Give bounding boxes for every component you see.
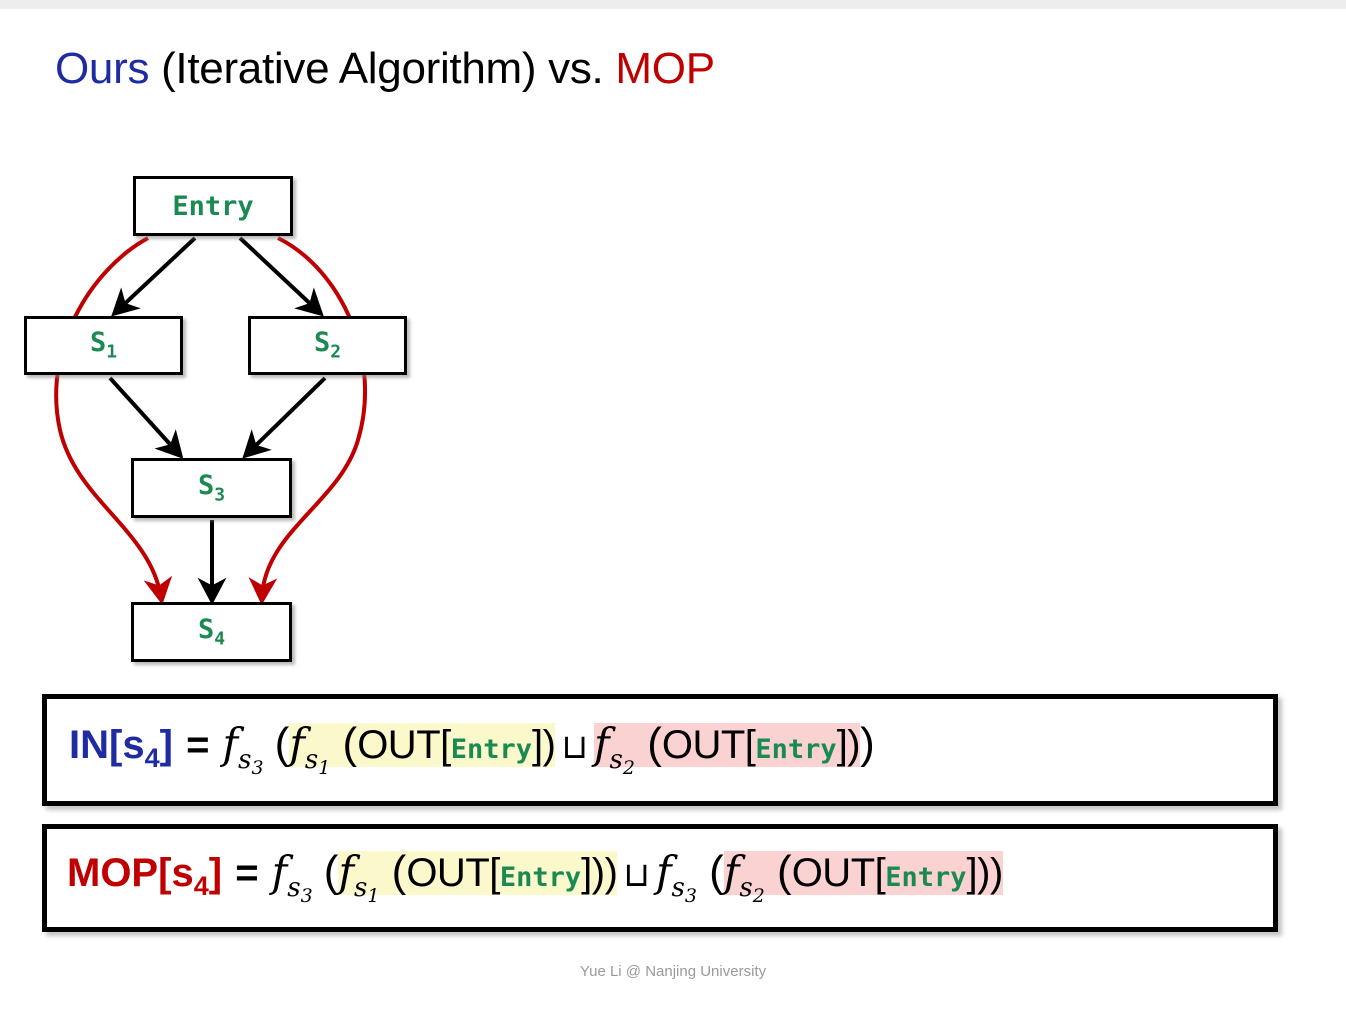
- title-middle: (Iterative Algorithm) vs.: [149, 44, 616, 93]
- equation-in-inner-open-paren-2: (: [634, 719, 662, 769]
- equation-mop-join-operator: ⊔: [623, 856, 650, 895]
- equation-mop-open-paren-a: (: [323, 847, 339, 897]
- control-flow-graph: Entry S1 S2 S3 S4: [0, 150, 440, 680]
- cfg-node-s4-subscript: 4: [214, 628, 226, 650]
- equation-in-f-s1: fs1: [289, 719, 331, 779]
- equation-mop-inner-open-paren-2: (: [764, 847, 792, 897]
- equation-in-entry-token-2: Entry: [755, 734, 837, 766]
- cfg-node-entry-label: Entry: [172, 190, 254, 222]
- equation-mop-f-s3-a: fs3: [271, 847, 313, 907]
- footer-attribution: Yue Li @ Nanjing University: [579, 963, 767, 980]
- equation-mop: MOP[s4] = fs3 (fs1 (OUT[Entry])) ⊔ fs3 (fs…: [47, 850, 1003, 906]
- equation-in-equals: =: [186, 723, 210, 768]
- red-path-entry-s2-s3-s4: [248, 236, 368, 605]
- cfg-node-entry[interactable]: Entry: [133, 176, 293, 236]
- equation-mop-f-s2: fs2: [723, 847, 765, 907]
- title-ours: Ours: [55, 44, 150, 93]
- equation-mop-pink-highlight: fs2 (OUT[Entry])): [723, 850, 1004, 905]
- equation-mop-out-close-2: ])): [966, 851, 1004, 896]
- equation-box-in: IN[s4] = fs3 (fs1 (OUT[Entry]) ⊔ fs2 (OUT[…: [42, 694, 1278, 806]
- equation-in-out-1: OUT[: [357, 723, 451, 768]
- cfg-node-s3-label: S3: [197, 469, 226, 506]
- equation-in-entry-token-1: Entry: [450, 734, 533, 766]
- equation-mop-open-paren-b: [697, 847, 709, 896]
- equation-in-inner-open-paren-1: (: [330, 719, 358, 769]
- edge-entry-to-s2: [238, 236, 324, 317]
- equation-mop-out-close-1: ])): [581, 851, 618, 896]
- cfg-node-s1-label: S1: [89, 327, 118, 363]
- equation-in-lhs: IN[s4]: [69, 723, 173, 774]
- cfg-node-s4-label: S4: [197, 613, 226, 650]
- cfg-node-s3-subscript: 3: [214, 484, 226, 506]
- title-mop: MOP: [615, 44, 715, 93]
- page-title: Ours (Iterative Algorithm) vs. MOP: [55, 44, 715, 94]
- cfg-node-s4[interactable]: S4: [131, 602, 292, 662]
- equation-in-out-2: OUT[: [661, 723, 756, 768]
- equation-mop-open-paren-b2: (: [709, 847, 724, 897]
- equation-mop-f-s3-b: fs3: [655, 847, 697, 907]
- cfg-node-s2[interactable]: S2: [248, 316, 407, 375]
- equation-in-out-close-1: ]): [532, 723, 556, 768]
- equation-mop-entry-token-2: Entry: [885, 862, 967, 894]
- equation-in-yellow-highlight: fs1 (OUT[Entry]): [289, 722, 556, 777]
- equation-in-open-paren: (: [274, 719, 290, 769]
- top-gray-strip: [0, 0, 1346, 9]
- edge-s2-to-s3: [242, 376, 327, 459]
- cfg-node-s2-label: S2: [313, 327, 342, 363]
- equation-mop-out-2: OUT[: [791, 851, 886, 896]
- cfg-node-s3[interactable]: S3: [131, 458, 292, 518]
- cfg-node-s2-subscript: 2: [330, 341, 342, 363]
- cfg-node-s1[interactable]: S1: [24, 316, 183, 375]
- equation-mop-yellow-highlight: fs1 (OUT[Entry])): [338, 850, 618, 905]
- equation-in-final-close-paren: ): [860, 719, 875, 769]
- equation-mop-f-s1: fs1: [338, 847, 380, 907]
- equation-mop-inner-open-paren-1: (: [379, 847, 407, 897]
- equation-mop-equals: =: [235, 851, 259, 896]
- equation-mop-out-1: OUT[: [406, 851, 500, 896]
- equation-in-out-close-2: ]): [836, 723, 861, 768]
- equation-in-f-s3: fs3: [222, 719, 264, 779]
- equation-mop-lhs: MOP[s4]: [67, 851, 223, 902]
- equation-in-join-operator: ⊔: [561, 728, 588, 767]
- equation-mop-entry-token-1: Entry: [499, 862, 582, 894]
- cfg-node-s1-subscript: 1: [106, 341, 118, 363]
- equation-in-pink-highlight: fs2 (OUT[Entry]): [593, 722, 861, 777]
- edge-s1-to-s3: [108, 376, 184, 459]
- equation-box-mop: MOP[s4] = fs3 (fs1 (OUT[Entry])) ⊔ fs3 (fs…: [42, 824, 1278, 932]
- equation-in-f-s2: fs2: [593, 719, 635, 779]
- equation-in: IN[s4] = fs3 (fs1 (OUT[Entry]) ⊔ fs2 (OUT[…: [47, 722, 875, 778]
